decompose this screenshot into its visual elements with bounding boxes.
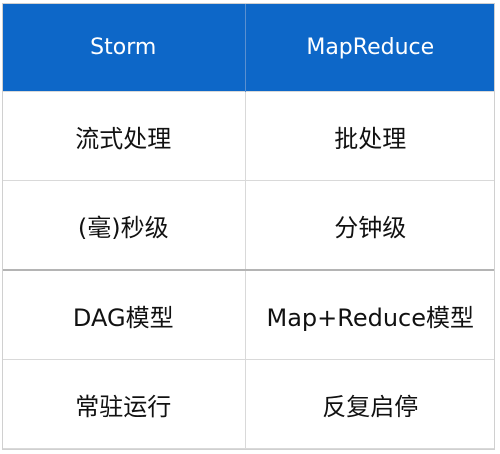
table-row: 流式处理 批处理 [2,91,495,181]
table-body: 流式处理 批处理 (毫)秒级 分钟级 DAG模型 Map+Reduce模型 常驻… [2,91,495,449]
table-cell: DAG模型 [2,269,246,360]
table-cell: 流式处理 [2,91,246,181]
header-cell-storm: Storm [2,3,246,92]
table-row: (毫)秒级 分钟级 [2,180,495,270]
header-cell-mapreduce: MapReduce [245,3,495,92]
table-cell: Map+Reduce模型 [245,269,495,360]
table-row: 常驻运行 反复启停 [2,359,495,449]
table-cell: (毫)秒级 [2,180,246,270]
table-row: DAG模型 Map+Reduce模型 [2,269,495,360]
table-header: Storm MapReduce [2,3,495,92]
table-cell: 反复启停 [245,359,495,449]
header-row: Storm MapReduce [2,3,495,92]
comparison-table-container: Storm MapReduce 流式处理 批处理 (毫)秒级 分钟级 DAG模型… [0,0,500,454]
comparison-table: Storm MapReduce 流式处理 批处理 (毫)秒级 分钟级 DAG模型… [2,3,495,449]
table-cell: 分钟级 [245,180,495,270]
table-cell: 常驻运行 [2,359,246,449]
table-cell: 批处理 [245,91,495,181]
